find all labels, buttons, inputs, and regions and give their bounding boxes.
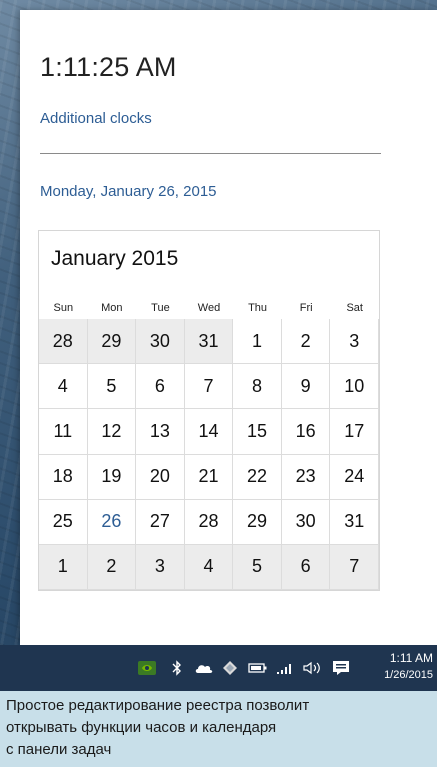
day-cell[interactable]: 1: [39, 544, 88, 590]
dropbox-icon[interactable]: [218, 645, 242, 691]
day-cell[interactable]: 23: [281, 454, 331, 500]
day-cell[interactable]: 2: [281, 319, 331, 365]
day-cell[interactable]: 28: [184, 499, 234, 545]
day-cell[interactable]: 1: [233, 319, 282, 365]
day-cell[interactable]: 5: [87, 364, 137, 410]
day-cell[interactable]: 6: [281, 544, 331, 590]
day-cell[interactable]: 15: [233, 409, 282, 455]
day-grid: 28 29 30 31 1 2 3 4 5 6 7 8 9 10 11 12 1…: [39, 319, 379, 590]
day-cell[interactable]: 6: [136, 364, 185, 410]
day-cell[interactable]: 14: [184, 409, 234, 455]
month-label[interactable]: January 2015: [51, 247, 178, 271]
day-cell[interactable]: 29: [233, 499, 282, 545]
day-cell[interactable]: 18: [39, 454, 88, 500]
day-cell[interactable]: 19: [87, 454, 137, 500]
day-cell[interactable]: 28: [39, 319, 88, 365]
day-cell[interactable]: 9: [281, 364, 331, 410]
day-cell[interactable]: 22: [233, 454, 282, 500]
weekday-wed: Wed: [197, 302, 221, 314]
day-cell[interactable]: 17: [330, 409, 379, 455]
day-cell[interactable]: 31: [184, 319, 234, 365]
current-date-link[interactable]: Monday, January 26, 2015: [40, 183, 217, 200]
action-center-icon[interactable]: [328, 645, 354, 691]
day-cell[interactable]: 24: [330, 454, 379, 500]
day-cell[interactable]: 30: [136, 319, 185, 365]
network-icon[interactable]: [272, 645, 298, 691]
day-cell[interactable]: 7: [184, 364, 234, 410]
calendar: January 2015 Sun Mon Tue Wed Thu Fri Sat…: [38, 230, 380, 591]
day-cell[interactable]: 10: [330, 364, 379, 410]
day-cell[interactable]: 8: [233, 364, 282, 410]
caption-line: открывать функции часов и календаря: [6, 719, 277, 736]
weekday-sat: Sat: [346, 302, 363, 314]
day-cell[interactable]: 21: [184, 454, 234, 500]
day-cell[interactable]: 3: [330, 319, 379, 365]
weekday-sun: Sun: [53, 302, 74, 314]
taskbar-date: 1/26/2015: [384, 669, 433, 681]
taskbar-time: 1:11 AM: [389, 651, 433, 665]
day-cell[interactable]: 13: [136, 409, 185, 455]
day-cell[interactable]: 27: [136, 499, 185, 545]
weekday-mon: Mon: [101, 302, 123, 314]
current-time: 1:11:25 AM: [40, 52, 177, 82]
onedrive-icon[interactable]: [192, 645, 216, 691]
weekday-header: Sun Mon Tue Wed Thu Fri Sat: [39, 297, 379, 319]
weekday-thu: Thu: [248, 302, 268, 314]
day-cell[interactable]: 4: [39, 364, 88, 410]
weekday-fri: Fri: [299, 302, 313, 314]
day-cell[interactable]: 2: [87, 544, 137, 590]
taskbar: 1:11 AM 1/26/2015: [0, 645, 437, 691]
day-cell[interactable]: 5: [233, 544, 282, 590]
divider: [40, 153, 381, 154]
figure-caption: Простое редактирование реестра позволит …: [0, 691, 437, 767]
day-cell[interactable]: 31: [330, 499, 379, 545]
nvidia-icon[interactable]: [135, 645, 159, 691]
battery-icon[interactable]: [245, 645, 271, 691]
taskbar-clock[interactable]: 1:11 AM 1/26/2015: [384, 650, 433, 684]
bluetooth-icon[interactable]: [167, 645, 187, 691]
day-cell[interactable]: 29: [87, 319, 137, 365]
day-cell[interactable]: 4: [184, 544, 234, 590]
day-cell[interactable]: 30: [281, 499, 331, 545]
weekday-tue: Tue: [151, 302, 170, 314]
day-cell[interactable]: 25: [39, 499, 88, 545]
additional-clocks-link[interactable]: Additional clocks: [40, 110, 152, 127]
day-cell[interactable]: 11: [39, 409, 88, 455]
caption-line: с панели задач: [6, 741, 112, 758]
day-cell[interactable]: 12: [87, 409, 137, 455]
day-cell-selected[interactable]: 26: [87, 499, 137, 545]
day-cell[interactable]: 16: [281, 409, 331, 455]
day-cell[interactable]: 7: [330, 544, 379, 590]
day-cell[interactable]: 20: [136, 454, 185, 500]
day-cell[interactable]: 3: [136, 544, 185, 590]
volume-icon[interactable]: [299, 645, 325, 691]
caption-line: Простое редактирование реестра позволит: [6, 697, 310, 714]
